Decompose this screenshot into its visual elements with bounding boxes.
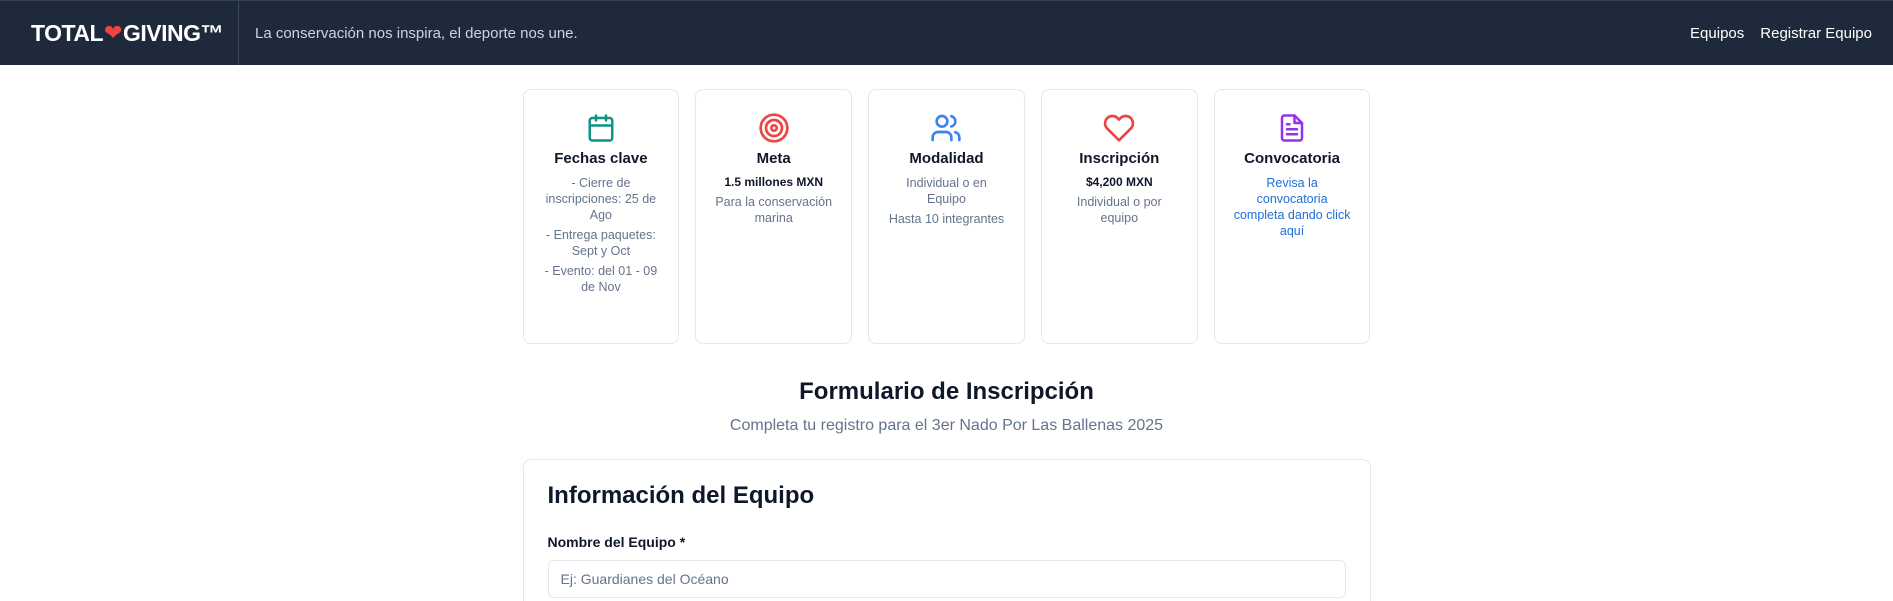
- document-icon: [1225, 112, 1360, 144]
- nav-link-equipos[interactable]: Equipos: [1690, 25, 1744, 42]
- form-heading: Formulario de Inscripción Completa tu re…: [523, 378, 1371, 435]
- card-line: - Entrega paquetes: Sept y Oct: [546, 228, 656, 258]
- card-title: Modalidad: [909, 150, 984, 167]
- card-line: Hasta 10 integrantes: [888, 212, 1005, 226]
- card-line: - Evento: del 01 - 09 de Nov: [544, 264, 658, 294]
- card-title: Meta: [756, 150, 791, 167]
- main-content: Fechas clave - Cierre de inscripciones: …: [522, 89, 1371, 601]
- form-subtitle: Completa tu registro para el 3er Nado Po…: [729, 417, 1164, 434]
- card-line: Individual o por equipo: [1076, 195, 1162, 225]
- card-line: Para la conservación marina: [715, 195, 833, 225]
- calendar-icon: [534, 112, 669, 144]
- team-name-input[interactable]: [547, 560, 1346, 598]
- form-title: Formulario de Inscripción: [799, 378, 1094, 405]
- brand-wordmark: TOTAL ❤ GIVING™: [31, 19, 223, 46]
- card-fechas-clave: Fechas clave - Cierre de inscripciones: …: [522, 89, 680, 344]
- team-info-card: Información del Equipo Nombre del Equipo…: [522, 459, 1371, 601]
- heart-icon: [1052, 112, 1187, 144]
- card-title: Fechas clave: [554, 150, 648, 167]
- convocatoria-link[interactable]: Revisa la convocatoria completa dando cl…: [1225, 175, 1360, 239]
- users-icon: [879, 112, 1014, 144]
- card-modalidad: Modalidad Individual o en Equipo Hasta 1…: [868, 89, 1025, 344]
- tagline: La conservación nos inspira, el deporte …: [254, 24, 578, 42]
- team-name-label: Nombre del Equipo *: [547, 534, 686, 550]
- card-inscripcion: Inscripción $4,200 MXN Individual o por …: [1040, 89, 1198, 344]
- nav-links: Equipos Registrar Equipo: [1690, 25, 1893, 42]
- heart-logo-icon: ❤: [104, 20, 122, 45]
- card-title: Inscripción: [1079, 150, 1160, 167]
- card-line: - Cierre de inscripciones: 25 de Ago: [545, 176, 657, 222]
- top-navbar: TOTAL ❤ GIVING™ La conservación nos inspir…: [0, 0, 1893, 65]
- nav-link-registrar-equipo[interactable]: Registrar Equipo: [1760, 25, 1872, 42]
- card-title: Convocatoria: [1244, 150, 1341, 167]
- card-line: Individual o en Equipo: [906, 176, 987, 206]
- card-amount: $4,200 MXN: [1085, 175, 1153, 189]
- card-amount: 1.5 millones MXN: [724, 175, 824, 189]
- info-cards: Fechas clave - Cierre de inscripciones: …: [522, 89, 1371, 344]
- section-title: Información del Equipo: [547, 482, 815, 509]
- brand-logo[interactable]: TOTAL ❤ GIVING™: [0, 1, 239, 65]
- card-meta: Meta 1.5 millones MXN Para la conservaci…: [695, 89, 853, 344]
- card-convocatoria: Convocatoria Revisa la convocatoria comp…: [1213, 89, 1371, 344]
- target-icon: [706, 112, 841, 144]
